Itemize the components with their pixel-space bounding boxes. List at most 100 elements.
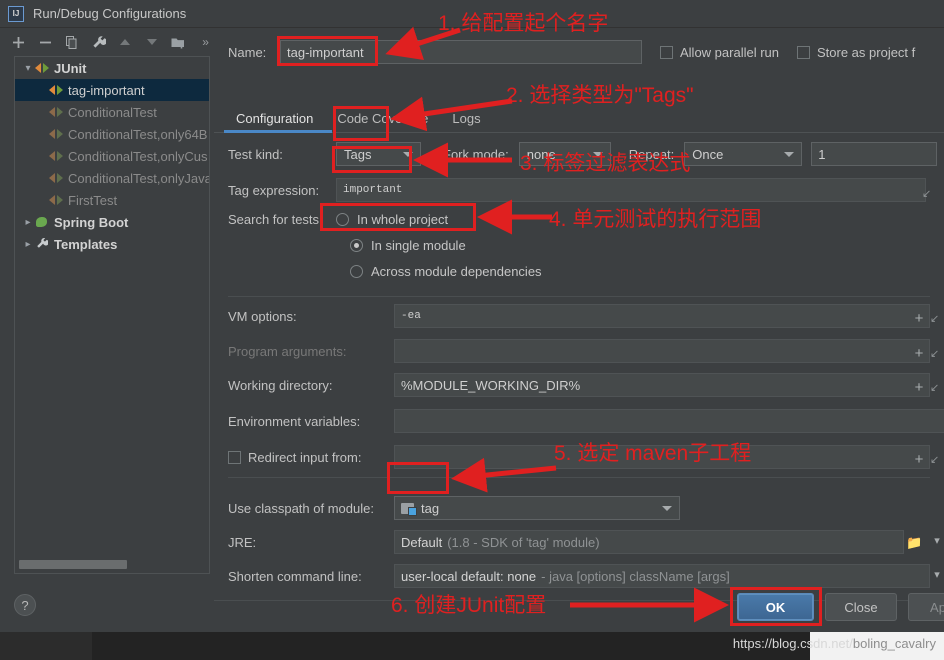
vm-options-expand-icon[interactable]: ↙ — [930, 312, 939, 325]
working-directory-browse-icon[interactable]: ↙ — [930, 381, 939, 394]
tree-node-label: Templates — [54, 237, 117, 252]
radio-across-module-dependencies[interactable]: Across module dependencies — [350, 264, 542, 279]
ok-button[interactable]: OK — [737, 593, 814, 621]
test-kind-label: Test kind: — [228, 147, 336, 162]
program-arguments-input[interactable] — [394, 339, 930, 363]
tree-node-label: JUnit — [54, 61, 87, 76]
junit-icon — [49, 83, 63, 97]
redirect-input-browse-icon[interactable]: ↙ — [930, 453, 939, 466]
configurations-tree[interactable]: ▾ JUnit tag-important ConditionalTest — [14, 56, 210, 574]
working-directory-add-icon[interactable]: + — [912, 379, 926, 396]
environment-variables-input[interactable] — [394, 409, 944, 433]
tree-node-label: ConditionalTest,onlyJava — [68, 171, 210, 186]
tree-node-conditionaltest-onlyjava[interactable]: ConditionalTest,onlyJava — [15, 167, 209, 189]
repeat-dropdown[interactable]: Once — [684, 142, 802, 166]
tab-configuration[interactable]: Configuration — [224, 111, 325, 132]
tab-code-coverage[interactable]: Code Coverage — [325, 111, 440, 132]
redirect-input-field[interactable] — [394, 445, 930, 469]
allow-parallel-run-label: Allow parallel run — [680, 45, 779, 60]
redirect-input-add-icon[interactable]: + — [912, 451, 926, 468]
name-input[interactable]: tag-important — [280, 40, 642, 64]
tree-node-junit[interactable]: ▾ JUnit — [15, 57, 209, 79]
remove-icon[interactable] — [37, 34, 54, 51]
jre-row: JRE: Default (1.8 - SDK of 'tag' module) — [228, 530, 904, 554]
fork-mode-dropdown[interactable]: none — [519, 142, 611, 166]
chevron-right-icon[interactable]: ▸ — [21, 239, 35, 250]
tree-node-label: ConditionalTest,only64B — [68, 127, 207, 142]
chevron-down-icon[interactable] — [593, 152, 603, 157]
taskbar-left-segment — [0, 632, 92, 660]
jre-browse-icon[interactable]: 📁 — [906, 535, 922, 551]
redirect-input-row: Redirect input from: — [228, 445, 930, 469]
chevron-down-icon[interactable] — [662, 506, 672, 511]
program-arguments-add-icon[interactable]: + — [912, 345, 926, 362]
junit-icon — [35, 61, 49, 75]
chevron-down-icon[interactable] — [784, 152, 794, 157]
screenshot-root: IJ Run/Debug Configurations — [0, 0, 944, 660]
name-label: Name: — [228, 45, 280, 60]
chevron-down-icon[interactable] — [403, 152, 413, 157]
radio-in-single-module[interactable]: In single module — [350, 238, 466, 253]
store-as-project-file-checkbox-row[interactable]: Store as project f — [797, 45, 915, 60]
tag-expression-input[interactable]: important — [336, 178, 926, 202]
allow-parallel-run-checkbox-row[interactable]: Allow parallel run — [660, 45, 779, 60]
repeat-label: Repeat: — [629, 147, 675, 162]
tree-node-conditionaltest[interactable]: ConditionalTest — [15, 101, 209, 123]
tab-logs[interactable]: Logs — [440, 111, 492, 132]
store-as-project-file-checkbox[interactable] — [797, 46, 810, 59]
tree-node-spring-boot[interactable]: ▸ Spring Boot — [15, 211, 209, 233]
move-up-icon[interactable] — [117, 34, 134, 51]
copy-icon[interactable] — [64, 34, 81, 51]
tree-node-firsttest[interactable]: FirstTest — [15, 189, 209, 211]
wrench-icon[interactable] — [90, 34, 107, 51]
apply-button[interactable]: Ap — [908, 593, 944, 621]
configuration-right-panel: Name: tag-important Allow parallel run S… — [214, 28, 944, 580]
radio-button[interactable] — [350, 265, 363, 278]
run-debug-configurations-dialog: IJ Run/Debug Configurations — [0, 0, 944, 632]
program-arguments-expand-icon[interactable]: ↙ — [930, 347, 939, 360]
add-icon[interactable] — [10, 34, 27, 51]
expand-editor-icon[interactable]: ↙ — [922, 187, 931, 200]
tree-node-tag-important[interactable]: tag-important — [15, 79, 209, 101]
configurations-left-panel: » ▾ JUnit tag-important — [0, 28, 214, 580]
tree-horizontal-scrollbar[interactable] — [19, 560, 199, 569]
chevron-down-icon[interactable]: ▾ — [21, 63, 35, 74]
redirect-input-checkbox-row[interactable]: Redirect input from: — [228, 450, 394, 465]
watermark-author: boling_cavalry — [853, 636, 936, 651]
fork-mode-value: none — [527, 147, 556, 162]
vm-options-add-icon[interactable]: + — [912, 310, 926, 327]
allow-parallel-run-checkbox[interactable] — [660, 46, 673, 59]
scrollbar-thumb[interactable] — [19, 560, 127, 569]
environment-variables-label: Environment variables: — [228, 414, 394, 429]
section-divider — [228, 296, 930, 297]
jre-value-default: Default — [401, 535, 442, 550]
chevron-right-icon[interactable]: ▸ — [21, 217, 35, 228]
jre-caret-icon[interactable]: ▾ — [930, 534, 944, 547]
radio-in-whole-project[interactable]: In whole project — [336, 212, 448, 227]
redirect-input-checkbox[interactable] — [228, 451, 241, 464]
tree-node-conditionaltest-only64b[interactable]: ConditionalTest,only64B — [15, 123, 209, 145]
more-icon[interactable]: » — [197, 34, 214, 51]
junit-icon — [49, 171, 63, 185]
radio-button[interactable] — [336, 213, 349, 226]
working-directory-input[interactable]: %MODULE_WORKING_DIR% — [394, 373, 930, 397]
tree-node-templates[interactable]: ▸ Templates — [15, 233, 209, 255]
tree-node-conditionaltest-onlycus[interactable]: ConditionalTest,onlyCus — [15, 145, 209, 167]
jre-dropdown[interactable]: Default (1.8 - SDK of 'tag' module) — [394, 530, 904, 554]
help-button[interactable]: ? — [14, 594, 36, 616]
new-folder-icon[interactable] — [171, 34, 188, 51]
radio-button[interactable] — [350, 239, 363, 252]
name-row: Name: tag-important Allow parallel run S… — [228, 40, 944, 64]
close-button[interactable]: Close — [825, 593, 897, 621]
radio-label: In whole project — [357, 212, 448, 227]
test-kind-value: Tags — [344, 147, 371, 162]
repeat-count-input[interactable]: 1 — [811, 142, 937, 166]
move-down-icon[interactable] — [144, 34, 161, 51]
vm-options-input[interactable]: -ea — [394, 304, 930, 328]
radio-in-single-module-row: In single module — [350, 238, 466, 253]
use-classpath-dropdown[interactable]: tag — [394, 496, 680, 520]
junit-icon — [49, 193, 63, 207]
test-kind-dropdown[interactable]: Tags — [336, 142, 421, 166]
dialog-button-bar: ? OK Close Ap — [0, 580, 944, 632]
jre-label: JRE: — [228, 535, 394, 550]
